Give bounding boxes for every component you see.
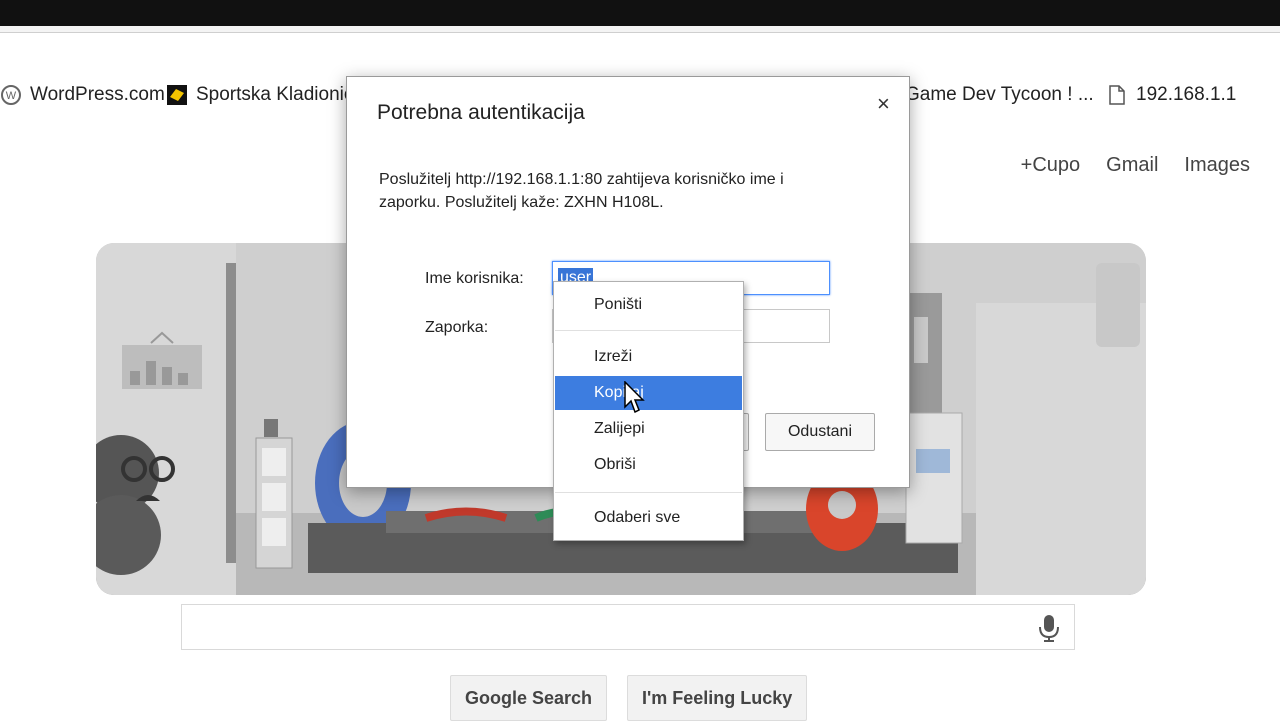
username-label: Ime korisnika: [425, 270, 524, 287]
bookmark-label: WordPress.com [30, 84, 165, 105]
menu-item-undo[interactable]: Poništi [555, 288, 742, 322]
menu-item-cut[interactable]: Izreži [555, 340, 742, 374]
close-icon[interactable]: × [877, 91, 890, 117]
menu-item-copy[interactable]: Kopiraj [555, 376, 742, 410]
gmail-link[interactable]: Gmail [1106, 154, 1158, 177]
bookmark-label: Game Dev Tycoon ! ... [905, 84, 1094, 105]
dialog-message: Poslužitelj http://192.168.1.1:80 zahtij… [379, 168, 879, 214]
feeling-lucky-button[interactable]: I'm Feeling Lucky [627, 675, 808, 721]
mouse-cursor-icon [624, 380, 646, 420]
images-link[interactable]: Images [1184, 154, 1250, 177]
google-search-button[interactable]: Google Search [450, 675, 608, 721]
cancel-button[interactable]: Odustani [765, 413, 875, 451]
plus-link[interactable]: +Cupo [1021, 154, 1081, 177]
wordpress-icon: W [0, 84, 22, 106]
bookmark-label: 192.168.1.1 [1136, 84, 1237, 105]
bookmark-label: Sportska Kladionic [196, 84, 354, 105]
search-box[interactable] [181, 604, 1075, 650]
microphone-icon[interactable] [1038, 613, 1060, 648]
context-menu: Poništi Izreži Kopiraj Zalijepi Obriši O… [553, 281, 744, 541]
bookmark-kladionica[interactable]: Sportska Kladionic [166, 84, 353, 106]
menu-item-select-all[interactable]: Odaberi sve [555, 501, 742, 535]
header-links: +Cupo Gmail Images [1021, 154, 1250, 177]
dialog-message-line2: zaporku. Poslužitelj kaže: ZXHN H108L. [379, 194, 664, 211]
svg-text:W: W [6, 90, 17, 102]
bookmark-game-dev-tycoon[interactable]: Game Dev Tycoon ! ... [905, 84, 1094, 106]
bookmark-wordpress[interactable]: W WordPress.com [0, 84, 165, 106]
dialog-message-line1: Poslužitelj http://192.168.1.1:80 zahtij… [379, 171, 784, 188]
menu-item-delete[interactable]: Obriši [555, 448, 742, 482]
kladionica-icon [166, 84, 188, 106]
window-top-strip [0, 0, 1280, 26]
menu-separator [555, 330, 742, 331]
menu-separator [555, 492, 742, 493]
page-icon [1106, 84, 1128, 106]
toolbar-edge [0, 26, 1280, 33]
dialog-title: Potrebna autentikacija [377, 101, 585, 124]
password-label: Zaporka: [425, 319, 489, 336]
menu-item-paste[interactable]: Zalijepi [555, 412, 742, 446]
bookmark-router[interactable]: 192.168.1.1 [1106, 84, 1236, 106]
